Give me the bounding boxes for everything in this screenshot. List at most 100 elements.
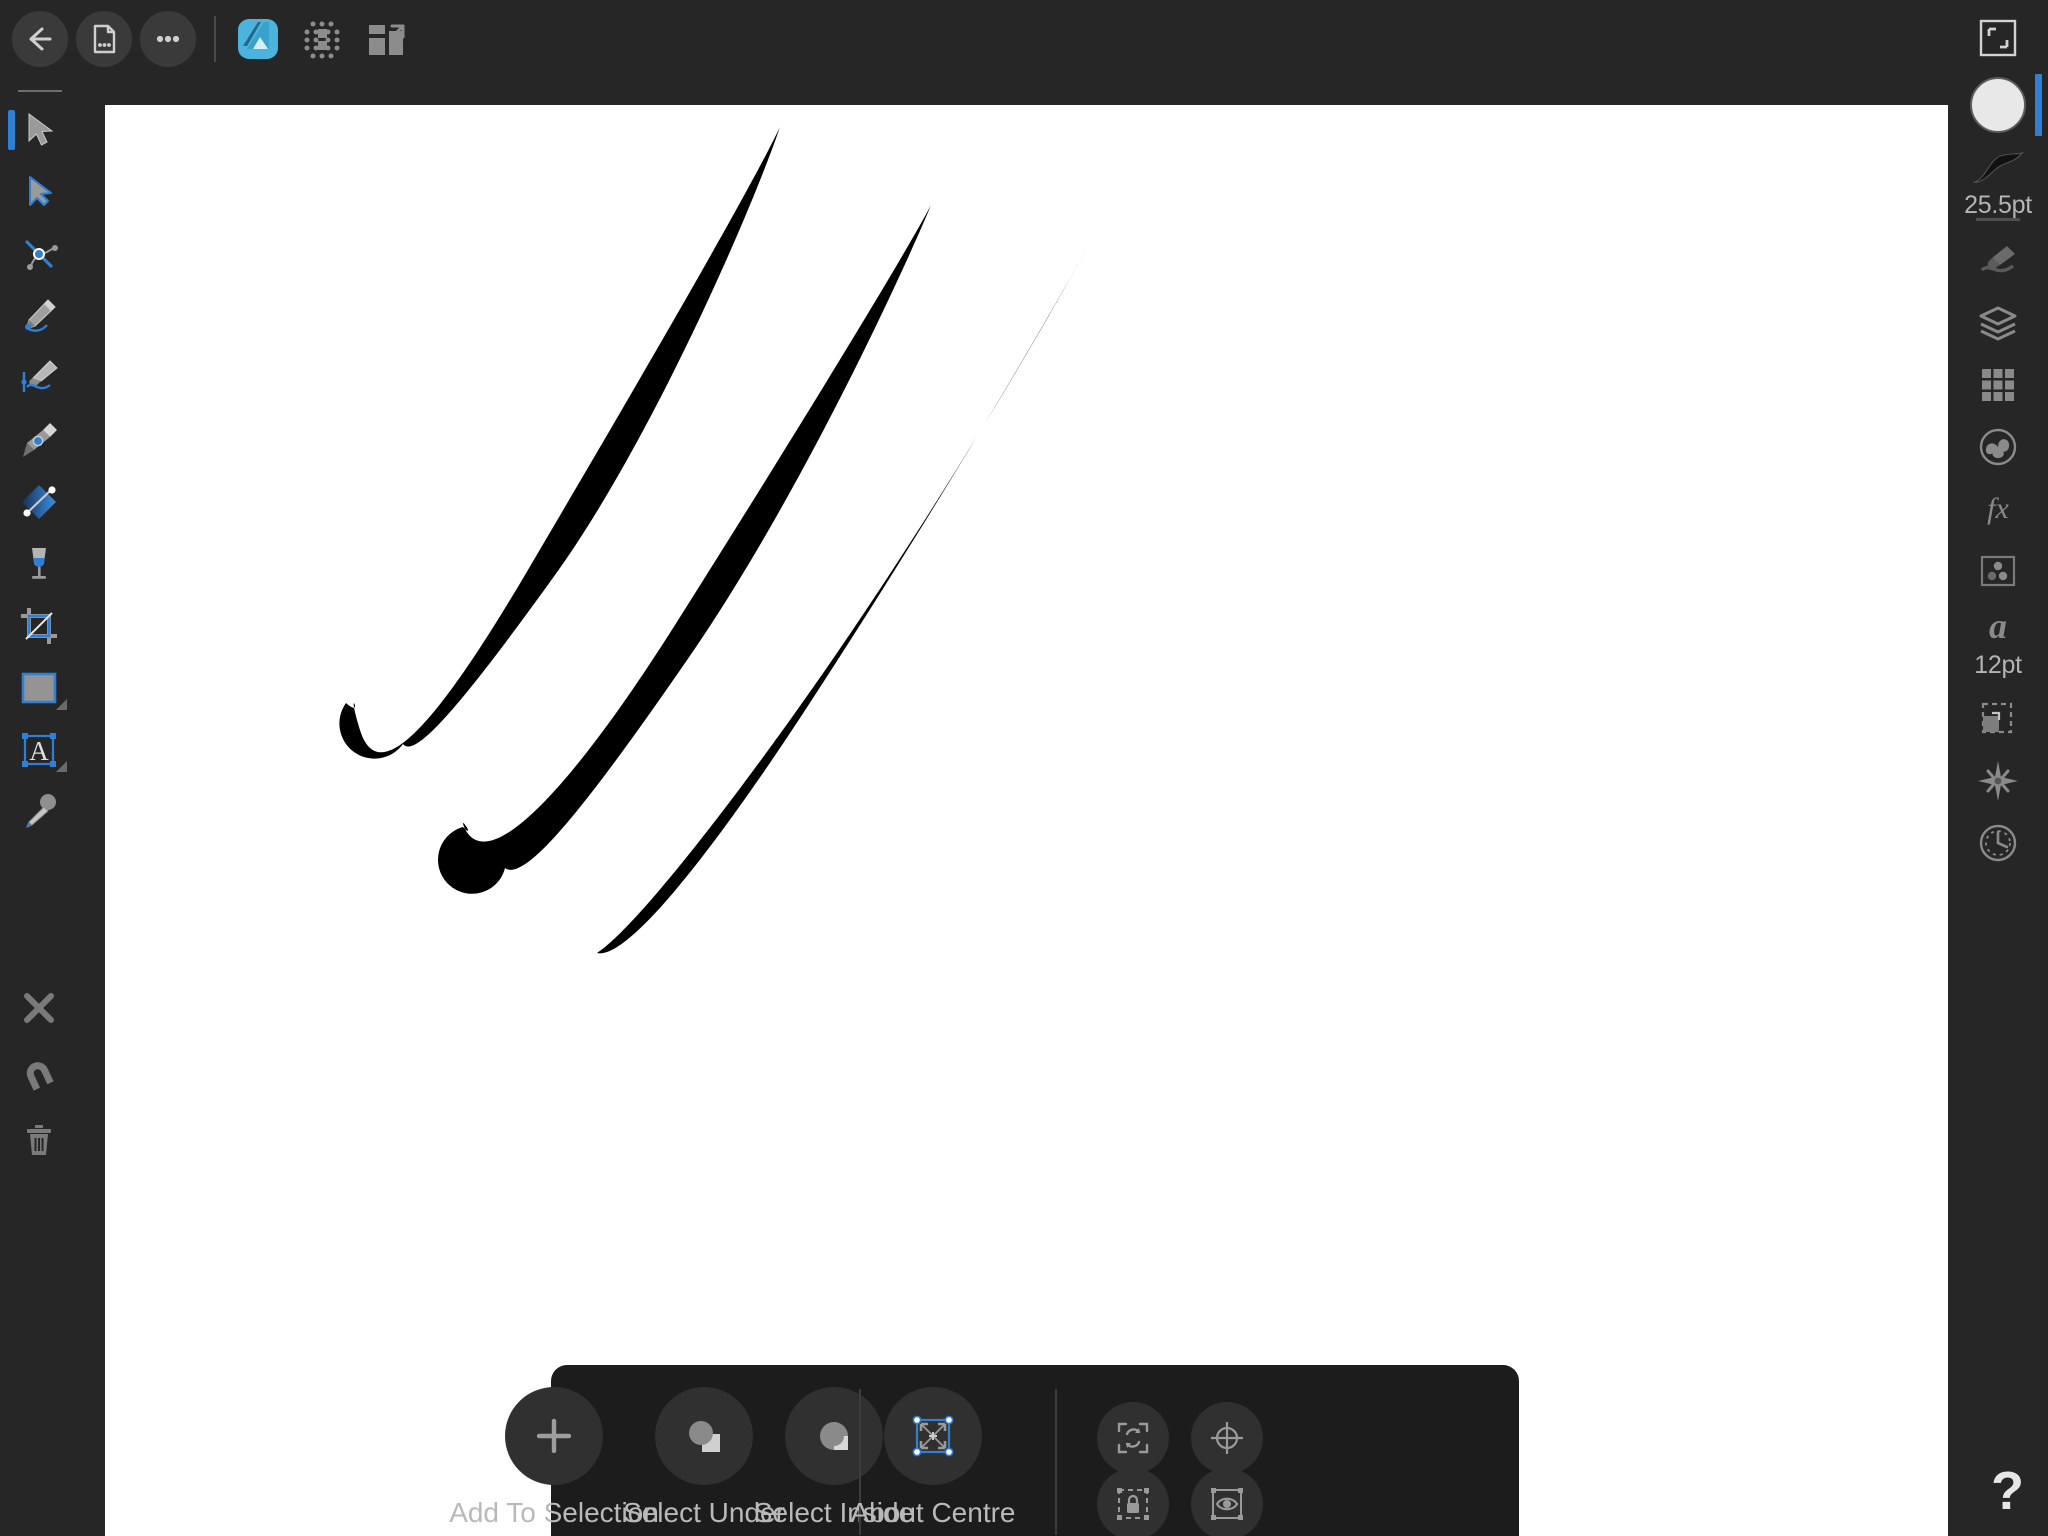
paint-brush-icon bbox=[20, 360, 58, 392]
plus-icon bbox=[536, 1418, 572, 1454]
document-ellipsis-icon bbox=[93, 24, 116, 53]
text-tool[interactable]: A bbox=[0, 719, 77, 781]
colour-picker-tool[interactable] bbox=[0, 781, 77, 843]
context-divider-right bbox=[1055, 1389, 1057, 1535]
studio-sidebar: 25.5pt fx a 12pt ? bbox=[1948, 0, 2048, 1536]
italic-a-icon: a bbox=[1989, 606, 2007, 646]
effects-button[interactable]: fx bbox=[1948, 478, 2048, 540]
selection-indicator bbox=[8, 110, 15, 150]
colour-wheel-icon bbox=[1979, 428, 2017, 466]
flyout-indicator bbox=[56, 761, 67, 772]
brush-button[interactable] bbox=[1948, 230, 2048, 292]
wine-glass-icon bbox=[31, 548, 46, 579]
vector-brush-tool[interactable] bbox=[0, 347, 77, 409]
brush-icon bbox=[1980, 246, 2015, 273]
fx-icon: fx bbox=[1987, 492, 2009, 525]
flyout-indicator bbox=[56, 699, 67, 710]
document-menu-button[interactable] bbox=[76, 10, 132, 67]
stroke-width-label: 25.5pt bbox=[1964, 191, 2032, 219]
context-toolbar: Add To Selection Select Under Select Ins… bbox=[449, 1365, 1519, 1536]
persona-export-button[interactable] bbox=[358, 11, 414, 67]
document-setup-button[interactable] bbox=[1948, 10, 2048, 66]
stroke-curve-icon bbox=[1973, 151, 2024, 183]
transform-box-icon bbox=[1981, 702, 2013, 734]
shape-tool[interactable] bbox=[0, 657, 77, 719]
drawing-canvas[interactable] bbox=[105, 105, 1948, 1536]
pencil-icon bbox=[24, 299, 56, 332]
cycle-selection-button[interactable] bbox=[1097, 1402, 1169, 1474]
colour-slider[interactable] bbox=[2035, 74, 2042, 136]
top-toolbar bbox=[0, 0, 441, 77]
about-centre-label: About Centre bbox=[850, 1497, 1016, 1528]
ellipsis-icon bbox=[156, 35, 180, 42]
select-inside-icon bbox=[820, 1422, 848, 1450]
svg-text:fx: fx bbox=[1987, 492, 2009, 525]
fountain-pen-nib-icon bbox=[22, 423, 57, 457]
snapping-button[interactable] bbox=[0, 1043, 77, 1105]
magnet-icon bbox=[26, 1062, 54, 1091]
transform-about-centre-icon bbox=[912, 1415, 954, 1457]
persona-pixel-button[interactable] bbox=[294, 11, 350, 67]
about-centre-button[interactable]: About Centre bbox=[850, 1387, 1016, 1529]
rectangle-shape-icon bbox=[21, 672, 56, 704]
artboard-frame-icon bbox=[1979, 19, 2017, 57]
persona-designer-button[interactable] bbox=[230, 11, 286, 67]
add-to-selection-circle bbox=[505, 1387, 603, 1485]
affinity-designer-window: A 25.5pt fx a 12pt ? Add To Selection Se… bbox=[0, 0, 2048, 1536]
fill-tool[interactable] bbox=[0, 471, 77, 533]
cycle-selection-icon bbox=[1117, 1422, 1149, 1454]
compass-star-icon bbox=[1978, 761, 2018, 801]
pen-tool[interactable] bbox=[0, 409, 77, 471]
corner-tool[interactable] bbox=[0, 223, 77, 285]
crop-icon bbox=[20, 608, 57, 644]
history-button[interactable] bbox=[1948, 812, 2048, 874]
add-to-selection-button[interactable]: Add To Selection bbox=[449, 1387, 659, 1529]
move-tool[interactable] bbox=[0, 99, 77, 161]
lock-children-button[interactable] bbox=[1097, 1468, 1169, 1536]
toolbar-divider bbox=[214, 15, 216, 62]
layers-button[interactable] bbox=[1948, 292, 2048, 354]
delete-button[interactable] bbox=[0, 1109, 77, 1171]
dots-in-frame-icon bbox=[1980, 555, 2016, 587]
trash-can-icon bbox=[26, 1125, 51, 1155]
text-frame-a-icon: A bbox=[21, 733, 56, 767]
layers-stack-icon bbox=[1979, 306, 2017, 341]
back-arrow-icon bbox=[29, 27, 52, 50]
svg-text:A: A bbox=[29, 736, 49, 766]
assets-button[interactable] bbox=[1948, 354, 2048, 416]
gradient-fill-icon bbox=[21, 485, 56, 519]
character-button[interactable]: a 12pt bbox=[1948, 602, 2048, 682]
close-x-icon bbox=[23, 993, 54, 1023]
clock-history-icon bbox=[1979, 824, 2017, 862]
pixel-persona-icon bbox=[304, 21, 340, 58]
colour-circle-icon bbox=[1970, 77, 2026, 133]
eyedropper-icon bbox=[25, 794, 56, 828]
select-under-icon bbox=[689, 1421, 720, 1452]
show-hidden-button[interactable] bbox=[1191, 1468, 1263, 1536]
stroke-button[interactable]: 25.5pt bbox=[1948, 148, 2048, 220]
rail-divider bbox=[18, 90, 62, 92]
back-button[interactable] bbox=[12, 10, 68, 67]
colour-swatch-button[interactable] bbox=[1948, 74, 2048, 136]
transparency-tool[interactable] bbox=[0, 533, 77, 595]
grid-squares-icon bbox=[1982, 369, 2014, 401]
text-size-label: 12pt bbox=[1974, 650, 2022, 679]
crop-tool[interactable] bbox=[0, 595, 77, 657]
colour-wheel-button[interactable] bbox=[1948, 416, 2048, 478]
target-crosshair-icon bbox=[1211, 1422, 1243, 1454]
navigator-button[interactable] bbox=[1948, 750, 2048, 812]
deselect-button[interactable] bbox=[0, 977, 77, 1039]
lock-in-frame-icon bbox=[1117, 1488, 1149, 1520]
adjustment-button[interactable] bbox=[1948, 540, 2048, 602]
help-button[interactable]: ? bbox=[1991, 1464, 2024, 1518]
pencil-tool[interactable] bbox=[0, 285, 77, 347]
move-origin-button[interactable] bbox=[1191, 1402, 1263, 1474]
artwork-vector bbox=[339, 127, 1088, 954]
affinity-designer-persona-icon bbox=[238, 18, 278, 59]
export-persona-icon bbox=[369, 24, 405, 55]
node-tool[interactable] bbox=[0, 161, 77, 223]
tools-sidebar: A bbox=[0, 77, 77, 1536]
transform-button[interactable] bbox=[1948, 688, 2048, 750]
eye-in-frame-icon bbox=[1211, 1488, 1243, 1520]
more-options-button[interactable] bbox=[140, 10, 196, 67]
